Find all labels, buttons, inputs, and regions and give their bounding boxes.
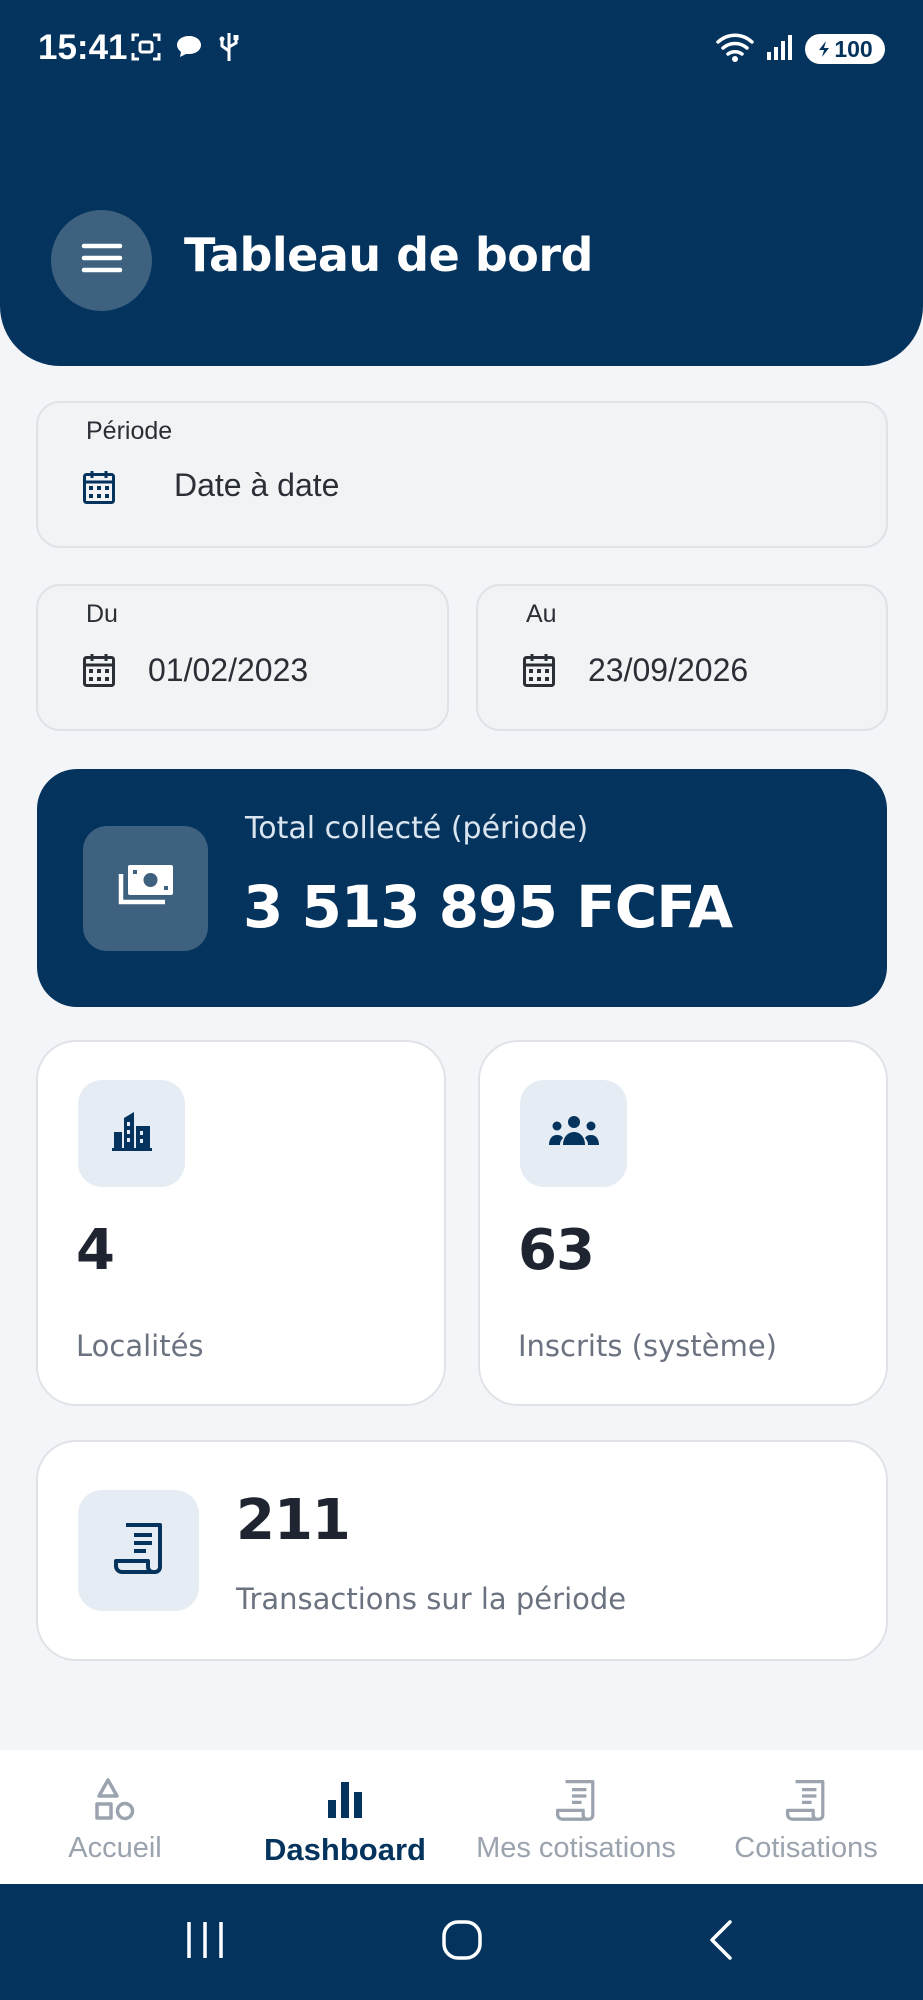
wifi-icon — [715, 31, 755, 68]
date-to-field[interactable]: Au 23/09/2026 — [476, 584, 888, 731]
bar-chart-icon — [325, 1778, 365, 1825]
total-collected-card: Total collecté (période) 3 513 895 FCFA — [37, 769, 887, 1007]
receipt-icon — [556, 1778, 596, 1827]
transactions-icon-box — [78, 1490, 199, 1611]
status-notifications — [130, 30, 242, 68]
recent-apps-icon[interactable] — [184, 1918, 226, 1967]
calendar-icon — [522, 652, 556, 693]
localities-value: 4 — [76, 1218, 115, 1283]
period-select[interactable]: Période Date à date — [36, 401, 888, 548]
back-icon[interactable] — [706, 1918, 738, 1967]
total-icon-box — [83, 826, 208, 951]
calendar-icon — [82, 652, 116, 693]
group-icon — [547, 1115, 601, 1152]
usb-icon — [216, 31, 242, 68]
localities-label: Localités — [76, 1329, 204, 1363]
page-title: Tableau de bord — [184, 228, 593, 282]
registered-card: 63 Inscrits (système) — [478, 1040, 888, 1406]
registered-icon-box — [520, 1080, 627, 1187]
localities-icon-box — [78, 1080, 185, 1187]
app-header: 15:41 100 Tableau de bord — [0, 0, 923, 366]
transactions-label: Transactions sur la période — [236, 1582, 627, 1616]
nav-item-dashboard[interactable]: Dashboard — [230, 1750, 460, 1884]
receipt-icon — [113, 1521, 164, 1580]
nav-item-cotisations[interactable]: Cotisations — [691, 1750, 921, 1884]
screenshot-icon — [130, 31, 162, 68]
battery-level: 100 — [834, 35, 873, 62]
date-from-field[interactable]: Du 01/02/2023 — [36, 584, 449, 731]
home-icon[interactable] — [440, 1918, 484, 1967]
period-value: Date à date — [174, 467, 340, 503]
bottom-navigation: Accueil Dashboard Mes cotisations Cotisa… — [0, 1750, 923, 1884]
transactions-card: 211 Transactions sur la période — [36, 1440, 888, 1661]
money-icon — [116, 862, 176, 915]
menu-button[interactable] — [51, 210, 152, 311]
system-navigation-bar — [0, 1884, 923, 2000]
date-from-label: Du — [86, 600, 118, 628]
localities-card: 4 Localités — [36, 1040, 446, 1406]
date-from-value: 01/02/2023 — [148, 652, 309, 688]
calendar-icon — [82, 469, 116, 510]
signal-icon — [765, 32, 795, 67]
hamburger-menu-icon — [80, 241, 124, 280]
date-to-label: Au — [526, 600, 557, 628]
period-label: Période — [86, 417, 173, 445]
nav-label-dashboard: Dashboard — [264, 1832, 426, 1867]
total-label: Total collecté (période) — [245, 811, 589, 846]
total-value: 3 513 895 FCFA — [243, 873, 733, 941]
transactions-value: 211 — [236, 1488, 351, 1553]
battery-indicator: 100 — [805, 34, 885, 64]
registered-value: 63 — [518, 1218, 595, 1283]
chat-bubble-icon — [174, 32, 204, 67]
receipt-icon — [786, 1778, 826, 1827]
nav-label-mes-cotisations: Mes cotisations — [476, 1832, 676, 1864]
nav-label-cotisations: Cotisations — [734, 1832, 878, 1864]
status-system: 100 — [715, 30, 885, 68]
nav-label-accueil: Accueil — [68, 1832, 162, 1864]
nav-item-accueil[interactable]: Accueil — [0, 1750, 230, 1884]
nav-item-mes-cotisations[interactable]: Mes cotisations — [461, 1750, 691, 1884]
buildings-icon — [111, 1110, 153, 1157]
shapes-icon — [94, 1778, 136, 1827]
status-bar: 15:41 100 — [0, 0, 923, 96]
status-time: 15:41 — [38, 28, 128, 67]
registered-label: Inscrits (système) — [518, 1329, 777, 1363]
date-to-value: 23/09/2026 — [588, 652, 749, 688]
